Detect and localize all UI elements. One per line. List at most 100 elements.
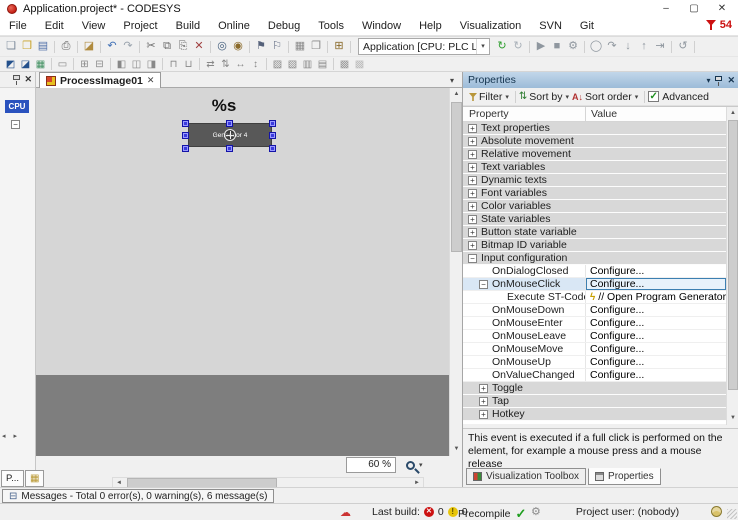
same-width-icon[interactable]: ↔ bbox=[233, 57, 248, 72]
tab-processimage01[interactable]: ProcessImage01 ✕ bbox=[39, 72, 161, 88]
run-to-cursor-icon[interactable]: ⇥ bbox=[652, 39, 668, 54]
property-row-relative-movement[interactable]: +Relative movement bbox=[463, 148, 726, 161]
bring-front-icon[interactable]: ▨ bbox=[270, 57, 285, 72]
combobox-chevron-icon[interactable]: ▾ bbox=[476, 39, 489, 54]
property-row-onmouseclick[interactable]: −OnMouseClickConfigure... bbox=[463, 278, 726, 291]
expander-icon[interactable]: + bbox=[468, 124, 477, 133]
align-right-icon[interactable]: ◨ bbox=[144, 57, 159, 72]
menu-build[interactable]: Build bbox=[167, 18, 209, 35]
save-icon[interactable]: ▤ bbox=[35, 39, 51, 54]
expander-icon[interactable]: + bbox=[479, 397, 488, 406]
expander-icon[interactable]: + bbox=[468, 163, 477, 172]
menu-debug[interactable]: Debug bbox=[259, 18, 309, 35]
property-row-onmousemove[interactable]: OnMouseMoveConfigure... bbox=[463, 343, 726, 356]
property-row-onmouseleave[interactable]: OnMouseLeaveConfigure... bbox=[463, 330, 726, 343]
visualization-canvas[interactable]: %s Generator 4 bbox=[36, 88, 449, 456]
property-value[interactable]: Configure... bbox=[590, 265, 644, 277]
new-screen-icon[interactable]: ❐ bbox=[308, 39, 324, 54]
scroll-right-icon[interactable]: ► bbox=[414, 480, 420, 486]
sort-order-button[interactable]: Sort order bbox=[585, 91, 632, 103]
property-row-absolute-movement[interactable]: +Absolute movement bbox=[463, 135, 726, 148]
property-row-toggle[interactable]: +Toggle bbox=[463, 382, 726, 395]
frame-selection-icon[interactable]: ▭ bbox=[55, 57, 70, 72]
menu-project[interactable]: Project bbox=[114, 18, 166, 35]
selection-handle-se[interactable] bbox=[269, 145, 276, 152]
new-file-icon[interactable]: ❏ bbox=[3, 39, 19, 54]
property-row-color-variables[interactable]: +Color variables bbox=[463, 200, 726, 213]
notification-badge[interactable]: 54 bbox=[705, 19, 732, 31]
sort-by-chevron-icon[interactable]: ▾ bbox=[566, 93, 570, 101]
messages-tab[interactable]: ⊟ Messages - Total 0 error(s), 0 warning… bbox=[2, 489, 274, 503]
scroll-left-icon[interactable]: ◄ bbox=[116, 480, 122, 486]
zoom-dropdown[interactable]: ▾ bbox=[406, 457, 428, 473]
expander-icon[interactable]: + bbox=[468, 215, 477, 224]
replace-icon[interactable]: ◉ bbox=[230, 39, 246, 54]
property-row-text-properties[interactable]: +Text properties bbox=[463, 122, 726, 135]
breakpoint-icon[interactable]: ◯ bbox=[588, 39, 604, 54]
expander-icon[interactable]: − bbox=[468, 254, 477, 263]
grid-scroll-thumb[interactable] bbox=[728, 120, 738, 390]
vertical-scroll-thumb[interactable] bbox=[451, 102, 462, 252]
expander-icon[interactable]: + bbox=[479, 384, 488, 393]
zoom-out-icon[interactable]: ◪ bbox=[18, 57, 33, 72]
tab-list-chevron-icon[interactable]: ▾ bbox=[450, 76, 454, 85]
expander-icon[interactable]: + bbox=[468, 228, 477, 237]
close-icon[interactable]: ✕ bbox=[24, 74, 32, 85]
menu-tools[interactable]: Tools bbox=[309, 18, 353, 35]
pin-icon[interactable] bbox=[13, 75, 20, 80]
panel-pin-icon[interactable] bbox=[715, 76, 722, 81]
expander-icon[interactable]: + bbox=[468, 241, 477, 250]
step-into-icon[interactable]: ↓ bbox=[620, 39, 636, 54]
property-value[interactable]: // Open Program Generator ima... bbox=[598, 291, 726, 303]
minimize-button[interactable]: – bbox=[652, 0, 680, 18]
reset-icon[interactable]: ↺ bbox=[675, 39, 691, 54]
maximize-button[interactable]: ▢ bbox=[680, 0, 708, 18]
selection-handle-nw[interactable] bbox=[182, 120, 189, 127]
expander-icon[interactable]: + bbox=[468, 202, 477, 211]
sort-by-button[interactable]: Sort by bbox=[529, 91, 562, 103]
cut-icon[interactable]: ✂ bbox=[143, 39, 159, 54]
property-row-font-variables[interactable]: +Font variables bbox=[463, 187, 726, 200]
filter-button[interactable]: Filter bbox=[479, 91, 502, 103]
tree-expander[interactable]: − bbox=[11, 118, 20, 130]
menu-online[interactable]: Online bbox=[209, 18, 259, 35]
align-center-icon[interactable]: ◫ bbox=[129, 57, 144, 72]
align-left-icon[interactable]: ◧ bbox=[114, 57, 129, 72]
expander-icon[interactable]: + bbox=[479, 410, 488, 419]
menu-svn[interactable]: SVN bbox=[530, 18, 571, 35]
selection-handle-s[interactable] bbox=[226, 145, 233, 152]
close-button[interactable]: ✕ bbox=[708, 0, 736, 18]
property-row-button-state-variable[interactable]: +Button state variable bbox=[463, 226, 726, 239]
menu-help[interactable]: Help bbox=[410, 18, 451, 35]
property-value[interactable]: Configure... bbox=[590, 343, 644, 355]
property-row-input-configuration[interactable]: −Input configuration bbox=[463, 252, 726, 265]
property-value[interactable]: Configure... bbox=[590, 317, 644, 329]
property-value[interactable]: Configure... bbox=[590, 278, 644, 290]
tab-properties[interactable]: Properties bbox=[588, 468, 661, 485]
tab-visualization-toolbox[interactable]: Visualization Toolbox bbox=[466, 468, 586, 485]
bookmark-icon[interactable]: ⚑ bbox=[253, 39, 269, 54]
menu-edit[interactable]: Edit bbox=[36, 18, 73, 35]
ungroup-icon[interactable]: ⊟ bbox=[92, 57, 107, 72]
tab-pous[interactable]: P... bbox=[1, 470, 24, 487]
property-row-state-variables[interactable]: +State variables bbox=[463, 213, 726, 226]
column-property[interactable]: Property bbox=[463, 107, 586, 121]
property-row-tap[interactable]: +Tap bbox=[463, 395, 726, 408]
open-project-icon[interactable]: ❒ bbox=[19, 39, 35, 54]
device-node-cpu[interactable]: CPU bbox=[5, 100, 29, 113]
advanced-checkbox[interactable]: ✓ bbox=[648, 91, 659, 102]
delete-icon[interactable]: ✕ bbox=[191, 39, 207, 54]
property-row-execute-st-code[interactable]: Execute ST-Codeϟ// Open Program Generato… bbox=[463, 291, 726, 304]
visualization-settings-icon[interactable]: ▦ bbox=[33, 57, 48, 72]
paste-icon[interactable]: ⎘ bbox=[175, 39, 191, 54]
bookmark-toggle-icon[interactable]: ⚐ bbox=[269, 39, 285, 54]
expander-icon[interactable]: + bbox=[468, 176, 477, 185]
property-row-onmousedown[interactable]: OnMouseDownConfigure... bbox=[463, 304, 726, 317]
move-crosshair-icon[interactable] bbox=[224, 129, 236, 141]
find-icon[interactable]: ◎ bbox=[214, 39, 230, 54]
expander-icon[interactable]: − bbox=[479, 280, 488, 289]
property-value[interactable]: Configure... bbox=[590, 304, 644, 316]
property-value[interactable]: Configure... bbox=[590, 369, 644, 381]
property-value[interactable]: Configure... bbox=[590, 330, 644, 342]
selection-handle-e[interactable] bbox=[269, 132, 276, 139]
